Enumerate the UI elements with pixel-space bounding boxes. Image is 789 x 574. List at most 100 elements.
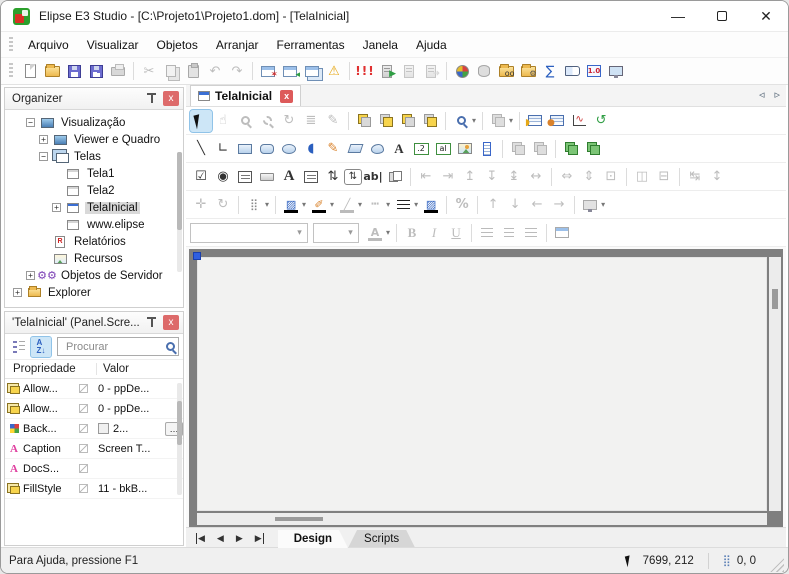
- percent-fill-button[interactable]: %: [451, 194, 473, 216]
- tree-item-tela1[interactable]: Tela1: [5, 165, 183, 182]
- watch-button[interactable]: oo: [495, 60, 517, 82]
- menu-ajuda[interactable]: Ajuda: [407, 35, 456, 55]
- pencil-tool-button[interactable]: ✎: [322, 138, 344, 160]
- tree-item-objetos-de-servidor[interactable]: +⚙⚙Objetos de Servidor: [5, 267, 183, 284]
- properties-close-button[interactable]: x: [163, 315, 179, 330]
- tab-scroll-left-button[interactable]: ◃: [759, 88, 765, 101]
- center-horizontal-button[interactable]: ↔: [525, 166, 547, 188]
- frame-properties-button[interactable]: [551, 222, 573, 244]
- tree-item-telas[interactable]: −Telas: [5, 148, 183, 165]
- help-book-button[interactable]: [561, 60, 583, 82]
- closed-curve-tool-button[interactable]: [366, 138, 388, 160]
- checkbox-control-button[interactable]: ☑: [190, 166, 212, 188]
- pin-icon[interactable]: [147, 93, 156, 104]
- group-objects-button[interactable]: [507, 138, 529, 160]
- ellipse-tool-button[interactable]: [278, 138, 300, 160]
- property-row-allow[interactable]: Allow...0 - ppDe...: [5, 379, 183, 399]
- next-tab-button[interactable]: ▶: [236, 533, 243, 544]
- zoom-area-button[interactable]: [256, 110, 278, 132]
- insert-query-button[interactable]: ●: [546, 110, 568, 132]
- search-icon[interactable]: [166, 342, 175, 351]
- property-row-back[interactable]: Back...2...…: [5, 419, 183, 439]
- link-indicator-icon[interactable]: [79, 484, 88, 493]
- vertical-scroll-thumb[interactable]: [772, 289, 778, 309]
- send-to-back-button[interactable]: [375, 110, 397, 132]
- send-backward-button[interactable]: [419, 110, 441, 132]
- refresh-data-button[interactable]: ↺: [590, 110, 612, 132]
- categorized-view-button[interactable]: [9, 337, 29, 357]
- line-tool-button[interactable]: ╲: [190, 138, 212, 160]
- tree-scrollbar[interactable]: [177, 152, 182, 272]
- rotate-button[interactable]: ↻: [212, 194, 234, 216]
- center-window-horizontal-button[interactable]: ◫: [631, 166, 653, 188]
- resize-grip[interactable]: [770, 558, 784, 572]
- link-indicator-icon[interactable]: [79, 424, 88, 433]
- menu-ferramentas[interactable]: Ferramentas: [268, 35, 354, 55]
- appbrowser-button[interactable]: [451, 60, 473, 82]
- screen-object-frame[interactable]: [189, 249, 783, 527]
- insert-chart-button[interactable]: ∿: [568, 110, 590, 132]
- insert-screen-button[interactable]: ◂: [279, 60, 301, 82]
- align-top-button[interactable]: ↥: [459, 166, 481, 188]
- bold-button[interactable]: B: [401, 222, 423, 244]
- screen-canvas[interactable]: [197, 257, 767, 511]
- zoom-tool-button[interactable]: [234, 110, 256, 132]
- connector-add-tool-button[interactable]: [582, 138, 604, 160]
- menu-arquivo[interactable]: Arquivo: [19, 35, 78, 55]
- search-input[interactable]: [64, 340, 166, 354]
- picture-tool-button[interactable]: [454, 138, 476, 160]
- selection-handle[interactable]: [193, 252, 201, 260]
- previous-tab-button[interactable]: ◀: [217, 533, 224, 544]
- font-name-combo[interactable]: ▾: [190, 223, 308, 243]
- menu-janela[interactable]: Janela: [354, 35, 407, 55]
- statictext-control-button[interactable]: A: [278, 166, 300, 188]
- grid-options-dropdown[interactable]: ⣿▾: [243, 194, 271, 216]
- stop-application-button[interactable]: [398, 60, 420, 82]
- organizer-close-button[interactable]: x: [163, 91, 179, 106]
- property-row-docs[interactable]: ADocS...: [5, 459, 183, 479]
- bring-to-front-button[interactable]: [353, 110, 375, 132]
- domain-options-button[interactable]: ⚙: [517, 60, 539, 82]
- tree-item-www-elipse[interactable]: www.elipse: [5, 216, 183, 233]
- canvas-vertical-scrollbar[interactable]: [769, 257, 781, 511]
- rectangle-tool-button[interactable]: [234, 138, 256, 160]
- same-size-button[interactable]: ⊡: [600, 166, 622, 188]
- expand-icon[interactable]: +: [13, 288, 22, 297]
- property-value[interactable]: 0 - ppDe...: [94, 403, 183, 415]
- formulas-button[interactable]: ∑: [539, 60, 561, 82]
- run-application-button[interactable]: ▶: [376, 60, 398, 82]
- pointer-tool-button[interactable]: [190, 110, 212, 132]
- undo-button[interactable]: ↶: [204, 60, 226, 82]
- text-align-center-button[interactable]: [498, 222, 520, 244]
- redo-button[interactable]: ↷: [226, 60, 248, 82]
- scale-tool-button[interactable]: [476, 138, 498, 160]
- pan-tool-button[interactable]: ☝: [212, 110, 234, 132]
- tab-scripts[interactable]: Scripts: [348, 530, 415, 548]
- link-indicator-icon[interactable]: [79, 464, 88, 473]
- connector-tool-button[interactable]: [560, 138, 582, 160]
- link-indicator-icon[interactable]: [79, 444, 88, 453]
- move-button[interactable]: ✛: [190, 194, 212, 216]
- property-row-allow[interactable]: Allow...0 - ppDe...: [5, 399, 183, 419]
- last-tab-button[interactable]: ▶: [255, 533, 264, 544]
- tree-item-tela2[interactable]: Tela2: [5, 182, 183, 199]
- text-tool-button[interactable]: A: [388, 138, 410, 160]
- space-across-button[interactable]: ↹: [684, 166, 706, 188]
- ungroup-objects-button[interactable]: [529, 138, 551, 160]
- menu-objetos[interactable]: Objetos: [148, 35, 207, 55]
- open-project-button[interactable]: [41, 60, 63, 82]
- radio-control-button[interactable]: ◉: [212, 166, 234, 188]
- nudge-up-button[interactable]: ↑: [482, 194, 504, 216]
- menu-arranjar[interactable]: Arranjar: [207, 35, 268, 55]
- tab-design[interactable]: Design: [278, 530, 348, 548]
- align-right-button[interactable]: ⇥: [437, 166, 459, 188]
- textbox-tool-button[interactable]: al: [432, 138, 454, 160]
- link-indicator-icon[interactable]: [79, 404, 88, 413]
- align-left-button[interactable]: ⇤: [415, 166, 437, 188]
- property-value[interactable]: 0 - ppDe...: [94, 383, 183, 395]
- save-button[interactable]: [63, 60, 85, 82]
- fill-color-dropdown[interactable]: ▨▾: [280, 194, 308, 216]
- button-control-button[interactable]: [256, 166, 278, 188]
- cut-button[interactable]: ✂: [138, 60, 160, 82]
- link-indicator-icon[interactable]: [79, 384, 88, 393]
